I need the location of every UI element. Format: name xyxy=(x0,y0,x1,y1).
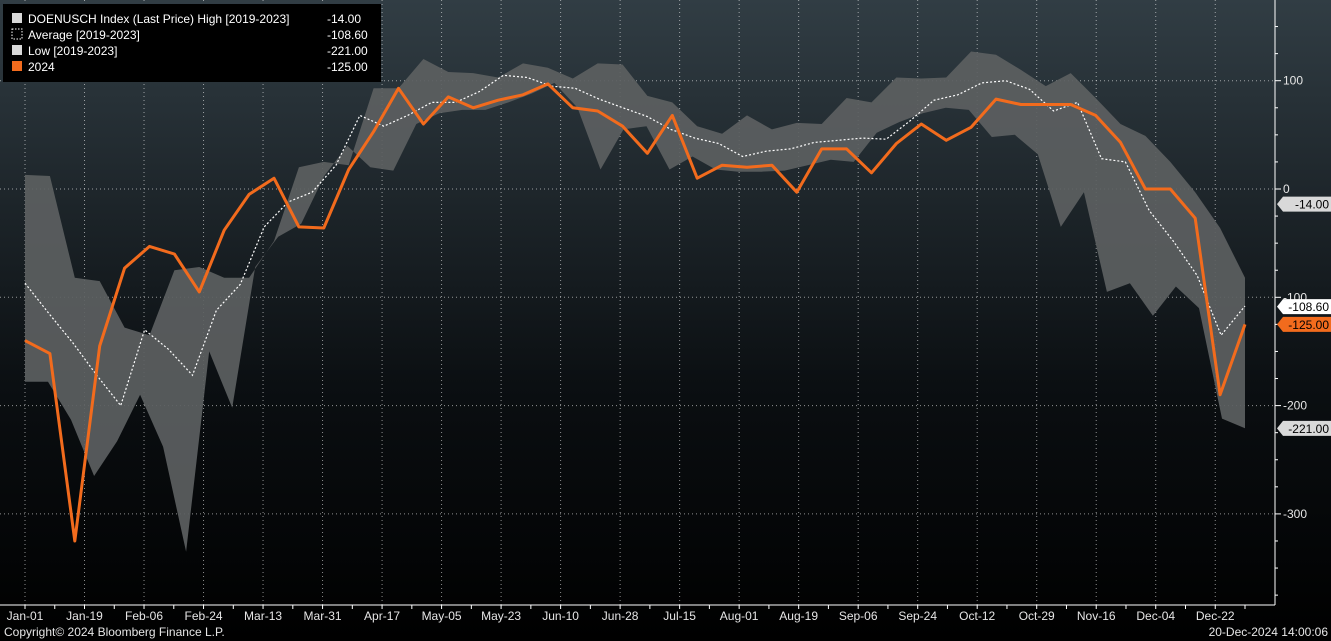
x-tick-label: Mar-31 xyxy=(304,609,342,623)
y-tick-label: 0 xyxy=(1283,182,1290,196)
x-tick-label: Dec-04 xyxy=(1136,609,1175,623)
x-tick-label: Aug-19 xyxy=(779,609,818,623)
x-tick-label: Aug-01 xyxy=(720,609,759,623)
legend-value-2024: -125.00 xyxy=(327,60,368,74)
y-tick-label: -300 xyxy=(1283,507,1307,521)
legend: DOENUSCH Index (Last Price) High [2019-2… xyxy=(3,4,381,82)
value-tag: -14.00 xyxy=(1277,196,1331,212)
x-tick-label: Jan-19 xyxy=(66,609,103,623)
legend-swatch-2024 xyxy=(12,61,22,71)
x-tick-label: Oct-29 xyxy=(1019,609,1055,623)
x-tick-label: Feb-06 xyxy=(125,609,163,623)
x-tick-label: Mar-13 xyxy=(244,609,282,623)
copyright-text: Copyright© 2024 Bloomberg Finance L.P. xyxy=(4,625,225,639)
y-tick-label: -200 xyxy=(1283,399,1307,413)
x-tick-label: Nov-16 xyxy=(1077,609,1116,623)
x-tick-label: Oct-12 xyxy=(959,609,995,623)
legend-label-2024: 2024 xyxy=(28,60,55,74)
x-tick-label: Dec-22 xyxy=(1196,609,1235,623)
x-tick-label: Feb-24 xyxy=(185,609,223,623)
value-tag-label: -221.00 xyxy=(1288,422,1329,436)
seasonality-chart: 1000-100-200-300Jan-01 Jan-19 Feb-06 Feb-24… xyxy=(0,0,1331,641)
value-tag-label: -125.00 xyxy=(1288,318,1329,332)
value-tag-label: -14.00 xyxy=(1295,198,1329,212)
legend-value-average: -108.60 xyxy=(327,28,368,42)
legend-label-average: Average [2019-2023] xyxy=(28,28,140,42)
x-tick-label: May-23 xyxy=(481,609,521,623)
legend-label-high: DOENUSCH Index (Last Price) High [2019-2… xyxy=(28,12,289,26)
x-tick-label: Jun-10 xyxy=(542,609,579,623)
legend-swatch-high xyxy=(12,13,22,23)
legend-swatch-low xyxy=(12,45,22,55)
legend-value-low: -221.00 xyxy=(327,44,368,58)
value-tag: -221.00 xyxy=(1277,420,1331,436)
value-tag: -125.00 xyxy=(1277,316,1331,332)
x-tick-label: May-05 xyxy=(422,609,462,623)
value-tag-label: -108.60 xyxy=(1288,300,1329,314)
chart-root: 100 0 -100 -200 -300 Jan-01 Jan-19 Feb-06 Feb-24… xyxy=(0,0,1331,641)
legend-label-low: Low [2019-2023] xyxy=(28,44,117,58)
legend-value-high: -14.00 xyxy=(327,12,361,26)
x-tick-label: Sep-24 xyxy=(898,609,937,623)
timestamp-text: 20-Dec-2024 14:00:06 xyxy=(1209,625,1329,639)
x-tick-label: Jul-15 xyxy=(663,609,696,623)
y-tick-label: 100 xyxy=(1283,74,1303,88)
value-tag: -108.60 xyxy=(1277,299,1331,315)
x-tick-label: Jan-01 xyxy=(7,609,44,623)
x-tick-label: Jun-28 xyxy=(602,609,639,623)
x-tick-label: Apr-17 xyxy=(364,609,400,623)
x-tick-label: Sep-06 xyxy=(839,609,878,623)
